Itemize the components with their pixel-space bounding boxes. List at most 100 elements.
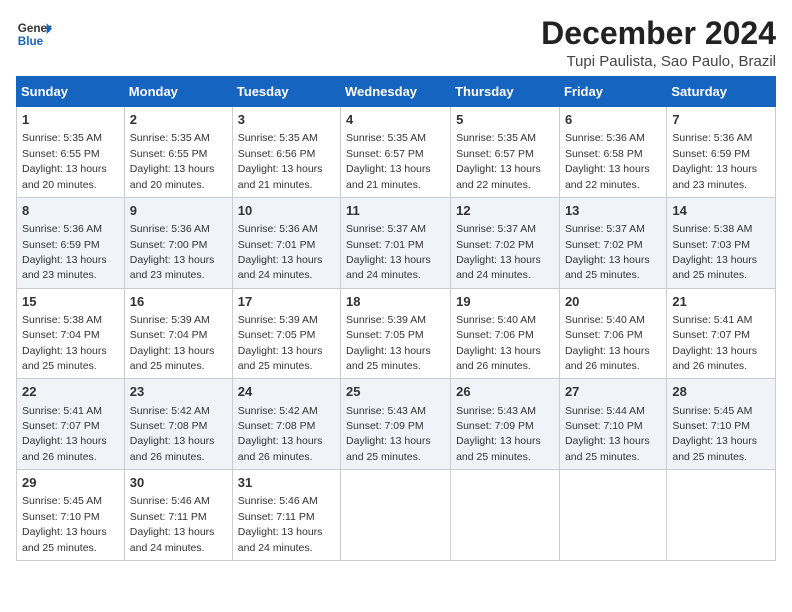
calendar-header-friday: Friday — [559, 77, 666, 107]
day-info: Sunrise: 5:42 AM Sunset: 7:08 PM Dayligh… — [130, 405, 215, 463]
day-number: 14 — [672, 202, 770, 220]
day-info: Sunrise: 5:41 AM Sunset: 7:07 PM Dayligh… — [672, 314, 757, 372]
day-info: Sunrise: 5:36 AM Sunset: 6:59 PM Dayligh… — [672, 132, 757, 190]
logo: General Blue — [16, 16, 52, 52]
day-number: 19 — [456, 293, 554, 311]
calendar-cell: 6Sunrise: 5:36 AM Sunset: 6:58 PM Daylig… — [559, 107, 666, 198]
day-info: Sunrise: 5:36 AM Sunset: 6:59 PM Dayligh… — [22, 223, 107, 281]
calendar-week-2: 8 Sunrise: 5:36 AM Sunset: 6:59 PM Daylig… — [17, 197, 776, 288]
day-number: 26 — [456, 383, 554, 401]
day-number: 15 — [22, 293, 119, 311]
day-number: 29 — [22, 474, 119, 492]
calendar-cell: 3 Sunrise: 5:35 AM Sunset: 6:56 PM Daylig… — [232, 107, 340, 198]
calendar-cell: 16 Sunrise: 5:39 AM Sunset: 7:04 PM Dayli… — [124, 288, 232, 379]
calendar-cell: 7 Sunrise: 5:36 AM Sunset: 6:59 PM Daylig… — [667, 107, 776, 198]
day-number: 28 — [672, 383, 770, 401]
day-number: 7 — [672, 111, 770, 129]
calendar-cell: 15Sunrise: 5:38 AM Sunset: 7:04 PM Dayli… — [17, 288, 125, 379]
day-number: 4 — [346, 111, 445, 129]
day-number: 18 — [346, 293, 445, 311]
day-number: 30 — [130, 474, 227, 492]
day-number: 24 — [238, 383, 335, 401]
calendar-cell: 26Sunrise: 5:43 AM Sunset: 7:09 PM Dayli… — [451, 379, 560, 470]
calendar-header-tuesday: Tuesday — [232, 77, 340, 107]
day-number: 31 — [238, 474, 335, 492]
calendar-header-sunday: Sunday — [17, 77, 125, 107]
calendar-cell: 31Sunrise: 5:46 AM Sunset: 7:11 PM Dayli… — [232, 470, 340, 561]
calendar-cell: 17 Sunrise: 5:39 AM Sunset: 7:05 PM Dayli… — [232, 288, 340, 379]
calendar-cell — [341, 470, 451, 561]
calendar-cell: 21 Sunrise: 5:41 AM Sunset: 7:07 PM Dayli… — [667, 288, 776, 379]
calendar-cell: 11Sunrise: 5:37 AM Sunset: 7:01 PM Dayli… — [341, 197, 451, 288]
day-info: Sunrise: 5:45 AM Sunset: 7:10 PM Dayligh… — [672, 405, 757, 463]
day-info: Sunrise: 5:46 AM Sunset: 7:11 PM Dayligh… — [130, 495, 215, 553]
day-info: Sunrise: 5:45 AM Sunset: 7:10 PM Dayligh… — [22, 495, 107, 553]
day-info: Sunrise: 5:35 AM Sunset: 6:55 PM Dayligh… — [22, 132, 107, 190]
calendar-cell: 27 Sunrise: 5:44 AM Sunset: 7:10 PM Dayli… — [559, 379, 666, 470]
calendar-cell: 19 Sunrise: 5:40 AM Sunset: 7:06 PM Dayli… — [451, 288, 560, 379]
day-info: Sunrise: 5:37 AM Sunset: 7:02 PM Dayligh… — [565, 223, 650, 281]
day-info: Sunrise: 5:40 AM Sunset: 7:06 PM Dayligh… — [565, 314, 650, 372]
day-number: 13 — [565, 202, 661, 220]
day-info: Sunrise: 5:37 AM Sunset: 7:01 PM Dayligh… — [346, 223, 431, 281]
day-info: Sunrise: 5:36 AM Sunset: 6:58 PM Dayligh… — [565, 132, 650, 190]
day-info: Sunrise: 5:44 AM Sunset: 7:10 PM Dayligh… — [565, 405, 650, 463]
day-info: Sunrise: 5:35 AM Sunset: 6:56 PM Dayligh… — [238, 132, 323, 190]
calendar-cell: 9Sunrise: 5:36 AM Sunset: 7:00 PM Daylig… — [124, 197, 232, 288]
day-number: 25 — [346, 383, 445, 401]
calendar-cell: 1 Sunrise: 5:35 AM Sunset: 6:55 PM Daylig… — [17, 107, 125, 198]
day-number: 1 — [22, 111, 119, 129]
day-info: Sunrise: 5:43 AM Sunset: 7:09 PM Dayligh… — [346, 405, 431, 463]
calendar-cell — [667, 470, 776, 561]
month-title: December 2024 — [541, 16, 776, 51]
calendar-header-saturday: Saturday — [667, 77, 776, 107]
calendar-week-1: 1 Sunrise: 5:35 AM Sunset: 6:55 PM Daylig… — [17, 107, 776, 198]
calendar-header-wednesday: Wednesday — [341, 77, 451, 107]
calendar-header-thursday: Thursday — [451, 77, 560, 107]
calendar-cell: 8 Sunrise: 5:36 AM Sunset: 6:59 PM Daylig… — [17, 197, 125, 288]
calendar-cell: 28 Sunrise: 5:45 AM Sunset: 7:10 PM Dayli… — [667, 379, 776, 470]
day-number: 16 — [130, 293, 227, 311]
calendar-body: 1 Sunrise: 5:35 AM Sunset: 6:55 PM Daylig… — [17, 107, 776, 561]
day-info: Sunrise: 5:41 AM Sunset: 7:07 PM Dayligh… — [22, 405, 107, 463]
calendar: SundayMondayTuesdayWednesdayThursdayFrid… — [16, 76, 776, 561]
day-number: 17 — [238, 293, 335, 311]
day-number: 27 — [565, 383, 661, 401]
day-number: 10 — [238, 202, 335, 220]
day-info: Sunrise: 5:35 AM Sunset: 6:57 PM Dayligh… — [346, 132, 431, 190]
calendar-header-row: SundayMondayTuesdayWednesdayThursdayFrid… — [17, 77, 776, 107]
day-info: Sunrise: 5:40 AM Sunset: 7:06 PM Dayligh… — [456, 314, 541, 372]
calendar-cell: 22 Sunrise: 5:41 AM Sunset: 7:07 PM Dayli… — [17, 379, 125, 470]
day-number: 20 — [565, 293, 661, 311]
calendar-cell — [451, 470, 560, 561]
day-number: 8 — [22, 202, 119, 220]
day-info: Sunrise: 5:42 AM Sunset: 7:08 PM Dayligh… — [238, 405, 323, 463]
logo-icon: General Blue — [16, 16, 52, 52]
calendar-cell: 20 Sunrise: 5:40 AM Sunset: 7:06 PM Dayli… — [559, 288, 666, 379]
calendar-cell: 2Sunrise: 5:35 AM Sunset: 6:55 PM Daylig… — [124, 107, 232, 198]
calendar-week-3: 15Sunrise: 5:38 AM Sunset: 7:04 PM Dayli… — [17, 288, 776, 379]
day-info: Sunrise: 5:39 AM Sunset: 7:04 PM Dayligh… — [130, 314, 215, 372]
day-number: 12 — [456, 202, 554, 220]
calendar-cell: 18 Sunrise: 5:39 AM Sunset: 7:05 PM Dayli… — [341, 288, 451, 379]
day-number: 3 — [238, 111, 335, 129]
calendar-cell: 12 Sunrise: 5:37 AM Sunset: 7:02 PM Dayli… — [451, 197, 560, 288]
calendar-cell: 29 Sunrise: 5:45 AM Sunset: 7:10 PM Dayli… — [17, 470, 125, 561]
header: General Blue December 2024 Tupi Paulista… — [16, 16, 776, 70]
day-number: 2 — [130, 111, 227, 129]
day-info: Sunrise: 5:37 AM Sunset: 7:02 PM Dayligh… — [456, 223, 541, 281]
calendar-cell: 13 Sunrise: 5:37 AM Sunset: 7:02 PM Dayli… — [559, 197, 666, 288]
calendar-cell: 4 Sunrise: 5:35 AM Sunset: 6:57 PM Daylig… — [341, 107, 451, 198]
day-info: Sunrise: 5:38 AM Sunset: 7:03 PM Dayligh… — [672, 223, 757, 281]
day-number: 21 — [672, 293, 770, 311]
svg-text:Blue: Blue — [18, 35, 44, 48]
calendar-cell: 25 Sunrise: 5:43 AM Sunset: 7:09 PM Dayli… — [341, 379, 451, 470]
day-info: Sunrise: 5:39 AM Sunset: 7:05 PM Dayligh… — [346, 314, 431, 372]
day-number: 22 — [22, 383, 119, 401]
day-info: Sunrise: 5:36 AM Sunset: 7:00 PM Dayligh… — [130, 223, 215, 281]
calendar-week-5: 29 Sunrise: 5:45 AM Sunset: 7:10 PM Dayli… — [17, 470, 776, 561]
day-number: 5 — [456, 111, 554, 129]
calendar-cell: 14 Sunrise: 5:38 AM Sunset: 7:03 PM Dayli… — [667, 197, 776, 288]
day-info: Sunrise: 5:39 AM Sunset: 7:05 PM Dayligh… — [238, 314, 323, 372]
calendar-header-monday: Monday — [124, 77, 232, 107]
